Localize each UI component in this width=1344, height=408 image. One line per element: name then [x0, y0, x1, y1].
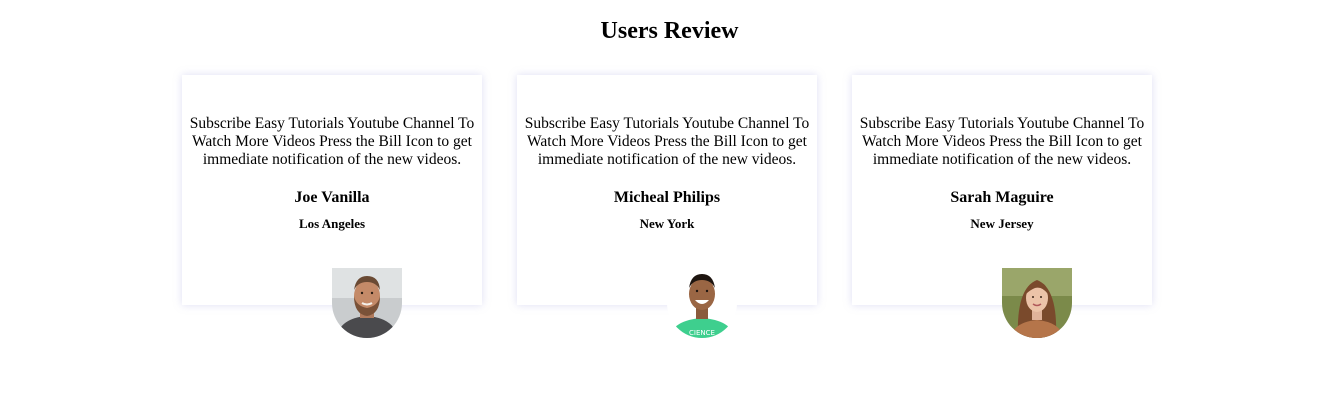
reviewer-name: Micheal Philips — [613, 189, 721, 206]
review-text: Subscribe Easy Tutorials Youtube Channel… — [859, 115, 1145, 168]
review-text: Subscribe Easy Tutorials Youtube Channel… — [189, 115, 475, 168]
users-review-section: Users Review Subscribe Easy Tutorials Yo… — [0, 0, 1344, 408]
reviewer-city: Los Angeles — [298, 216, 366, 231]
avatar — [332, 268, 402, 338]
reviewer-name: Joe Vanilla — [294, 189, 370, 206]
review-card: Subscribe Easy Tutorials Youtube Channel… — [182, 75, 482, 338]
review-card: Subscribe Easy Tutorials Youtube Channel… — [852, 75, 1152, 338]
reviewer-city: New York — [639, 216, 695, 231]
svg-text:CIENCE: CIENCE — [689, 329, 715, 337]
reviewer-city: New Jersey — [970, 216, 1034, 231]
review-card: Subscribe Easy Tutorials Youtube Channel… — [517, 75, 817, 338]
review-text: Subscribe Easy Tutorials Youtube Channel… — [524, 115, 810, 168]
avatar: CIENCE — [667, 268, 737, 338]
reviewer-name: Sarah Maguire — [950, 189, 1054, 206]
avatar — [1002, 268, 1072, 338]
page-title: Users Review — [600, 18, 739, 44]
